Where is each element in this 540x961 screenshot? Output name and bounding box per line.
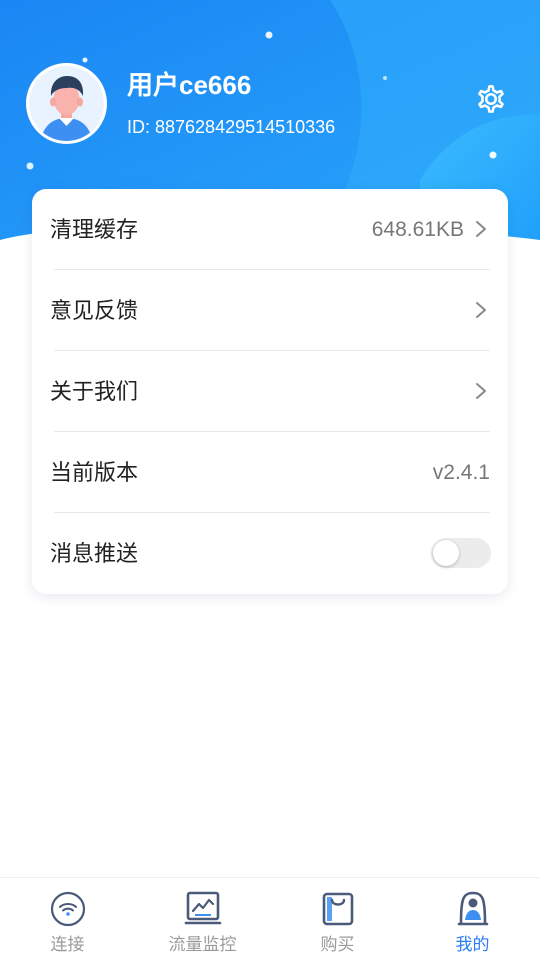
username: 用户ce666 bbox=[127, 70, 252, 100]
push-notification-label: 消息推送 bbox=[50, 541, 139, 566]
gear-icon bbox=[478, 85, 504, 113]
user-id: ID: 887628429514510336 bbox=[127, 117, 336, 137]
clear-cache-row[interactable]: 清理缓存 648.61KB bbox=[32, 189, 508, 270]
push-notification-row: 消息推送 bbox=[32, 513, 508, 594]
tab-traffic-monitor-label: 流量监控 bbox=[168, 935, 237, 954]
tab-mine[interactable]: 我的 bbox=[405, 878, 540, 961]
clear-cache-label: 清理缓存 bbox=[50, 217, 139, 242]
current-version-label: 当前版本 bbox=[50, 460, 139, 485]
feedback-label: 意见反馈 bbox=[50, 298, 139, 323]
chevron-right-icon bbox=[476, 221, 486, 237]
version-value: v2.4.1 bbox=[432, 461, 490, 484]
settings-button[interactable] bbox=[472, 80, 510, 118]
user-avatar-icon bbox=[29, 66, 104, 141]
about-us-label: 关于我们 bbox=[50, 379, 139, 404]
tab-purchase-label: 购买 bbox=[320, 935, 355, 954]
tab-connect[interactable]: 连接 bbox=[0, 878, 135, 961]
toggle-knob bbox=[433, 540, 459, 566]
cache-size-value: 648.61KB bbox=[371, 218, 464, 241]
tab-traffic-monitor[interactable]: 流量监控 bbox=[135, 878, 270, 961]
current-version-row: 当前版本 v2.4.1 bbox=[32, 432, 508, 513]
feedback-row[interactable]: 意见反馈 bbox=[32, 270, 508, 351]
user-avatar[interactable] bbox=[26, 63, 107, 144]
about-us-row[interactable]: 关于我们 bbox=[32, 351, 508, 432]
chart-monitor-icon bbox=[184, 891, 222, 925]
profile-icon bbox=[457, 891, 489, 926]
chevron-right-icon bbox=[476, 383, 486, 399]
tab-connect-label: 连接 bbox=[50, 935, 85, 954]
wifi-icon bbox=[50, 891, 86, 927]
bottom-tab-bar: 连接 流量监控 购买 我的 bbox=[0, 877, 540, 961]
chevron-right-icon bbox=[476, 302, 486, 318]
push-notification-toggle[interactable] bbox=[431, 538, 491, 568]
tab-mine-label: 我的 bbox=[455, 935, 490, 954]
shopping-bag-icon bbox=[322, 892, 354, 926]
settings-card: 清理缓存 648.61KB 意见反馈 关于我们 当前版本 v2.4.1 消息推送 bbox=[32, 189, 508, 594]
tab-purchase[interactable]: 购买 bbox=[270, 878, 405, 961]
